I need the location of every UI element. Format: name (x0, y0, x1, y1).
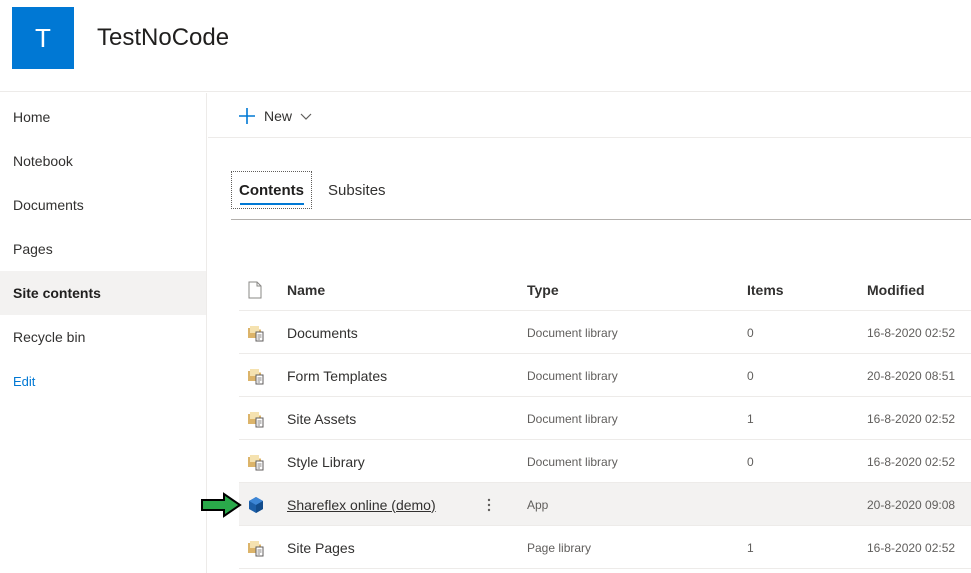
document-library-icon (247, 397, 271, 440)
app-icon (247, 483, 271, 526)
row-modified: 20-8-2020 09:08 (867, 497, 956, 512)
nav-item-home[interactable]: Home (0, 95, 206, 139)
row-name[interactable]: Style Library (287, 440, 365, 483)
table-header: Name Type Items Modified (239, 268, 971, 311)
file-type-header-icon[interactable] (247, 268, 271, 311)
document-library-icon (247, 526, 271, 569)
row-type: Document library (527, 325, 618, 340)
site-title[interactable]: TestNoCode (97, 24, 229, 52)
row-type: App (527, 497, 549, 512)
column-header-modified[interactable]: Modified (867, 268, 925, 311)
new-button[interactable]: New (238, 105, 312, 127)
nav-edit-link[interactable]: Edit (0, 359, 206, 403)
site-contents-table: Name Type Items Modified Documents Docum… (239, 268, 971, 569)
nav-item-documents[interactable]: Documents (0, 183, 206, 227)
nav-item-pages[interactable]: Pages (0, 227, 206, 271)
table-row[interactable]: Documents Document library 0 16-8-2020 0… (239, 311, 971, 354)
row-items: 0 (747, 325, 754, 340)
table-row[interactable]: Form Templates Document library 0 20-8-2… (239, 354, 971, 397)
row-modified: 16-8-2020 02:52 (867, 325, 956, 340)
row-modified: 16-8-2020 02:52 (867, 454, 956, 469)
nav-item-site-contents[interactable]: Site contents (0, 271, 206, 315)
nav-item-recycle-bin[interactable]: Recycle bin (0, 315, 206, 359)
row-name[interactable]: Form Templates (287, 354, 387, 397)
nav-item-notebook[interactable]: Notebook (0, 139, 206, 183)
column-header-type[interactable]: Type (527, 268, 559, 311)
column-header-name[interactable]: Name (287, 268, 325, 311)
chevron-down-icon (300, 113, 312, 120)
document-library-icon (247, 311, 271, 354)
row-type: Document library (527, 411, 618, 426)
document-library-icon (247, 440, 271, 483)
tab-subsites[interactable]: Subsites (328, 171, 386, 209)
row-name[interactable]: Site Assets (287, 397, 356, 440)
app-link[interactable]: Shareflex online (demo) (287, 497, 436, 513)
row-items: 0 (747, 368, 754, 383)
plus-icon (239, 108, 255, 124)
column-header-items[interactable]: Items (747, 268, 784, 311)
table-row[interactable]: Shareflex online (demo) App 20-8-2020 09… (239, 483, 971, 526)
table-row[interactable]: Site Pages Page library 1 16-8-2020 02:5… (239, 526, 971, 569)
table-row[interactable]: Style Library Document library 0 16-8-20… (239, 440, 971, 483)
green-arrow-icon (201, 492, 242, 518)
row-modified: 20-8-2020 08:51 (867, 368, 956, 383)
row-type: Document library (527, 454, 618, 469)
row-items: 0 (747, 454, 754, 469)
row-items: 1 (747, 540, 754, 555)
content-tabs: Contents Subsites (231, 171, 971, 220)
tab-contents-label: Contents (239, 181, 304, 199)
more-options-icon[interactable] (481, 483, 497, 526)
tab-selected-indicator (240, 203, 304, 205)
site-logo[interactable]: T (12, 7, 74, 69)
new-button-label: New (264, 108, 293, 124)
left-navigation: Home Notebook Documents Pages Site conte… (0, 93, 207, 573)
document-library-icon (247, 354, 271, 397)
row-modified: 16-8-2020 02:52 (867, 411, 956, 426)
tab-contents[interactable]: Contents (231, 171, 312, 209)
table-row[interactable]: Site Assets Document library 1 16-8-2020… (239, 397, 971, 440)
command-bar: New (208, 93, 971, 138)
row-name[interactable]: Site Pages (287, 526, 355, 569)
site-header: T TestNoCode (0, 0, 971, 92)
row-type: Document library (527, 368, 618, 383)
row-modified: 16-8-2020 02:52 (867, 540, 956, 555)
row-type: Page library (527, 540, 592, 555)
row-items: 1 (747, 411, 754, 426)
row-name[interactable]: Shareflex online (demo) (287, 483, 436, 526)
row-name[interactable]: Documents (287, 311, 358, 354)
